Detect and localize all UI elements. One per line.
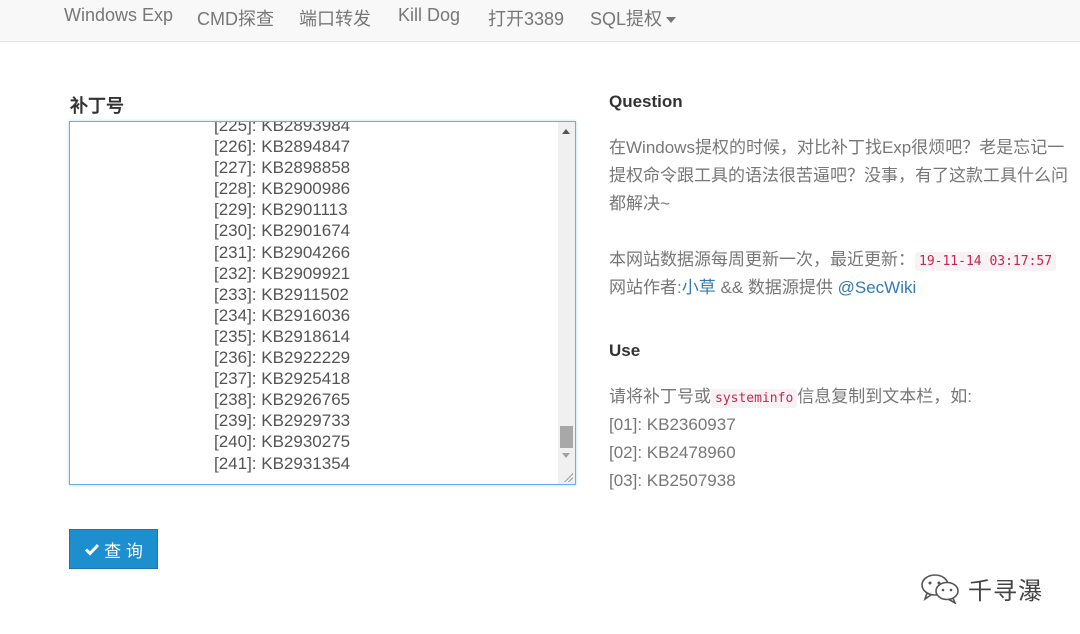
nav-sql-label: SQL提权 (590, 9, 663, 29)
author-prefix: 网站作者: (609, 278, 682, 297)
patch-line: [240]: KB2930275 (214, 432, 351, 452)
patch-line: [226]: KB2894847 (214, 137, 351, 157)
example-line-3: [03]: KB2507938 (609, 471, 736, 490)
caret-down-icon (666, 17, 677, 24)
author-mid: && 数据源提供 (715, 278, 838, 297)
nav-open-3389[interactable]: 打开3389 (488, 5, 564, 31)
patch-line: [235]: KB2918614 (214, 326, 351, 346)
patch-line: [227]: KB2898858 (214, 158, 351, 178)
scroll-thumb[interactable] (560, 426, 573, 448)
patch-line: [225]: KB2893984 (214, 121, 351, 135)
update-timestamp: 19-11-14 03:17:57 (915, 252, 1057, 271)
patch-line: [229]: KB2901113 (214, 200, 348, 220)
watermark-text: 千寻瀑 (968, 577, 1043, 605)
patch-line: [239]: KB2929733 (214, 411, 351, 431)
use-suffix: 信息复制到文本栏，如: (797, 387, 973, 406)
author-info: 网站作者:小草 && 数据源提供 @SecWiki (609, 273, 1080, 302)
question-line-1: 在Windows提权的时候，对比补丁找Exp很烦吧？老是忘记一 (609, 138, 1065, 157)
patch-line: [228]: KB2900986 (214, 179, 351, 199)
nav-windows-exp[interactable]: Windows Exp (64, 5, 173, 26)
query-button[interactable]: 查 询 (69, 529, 158, 569)
secwiki-link[interactable]: @SecWiki (838, 278, 917, 297)
example-line-1: [01]: KB2360937 (609, 415, 736, 434)
question-heading: Question (609, 92, 683, 111)
patch-line: [237]: KB2925418 (214, 369, 351, 389)
update-prefix: 本网站数据源每周更新一次，最近更新： (609, 250, 915, 269)
query-button-label: 查 询 (104, 541, 143, 561)
patch-line: [241]: KB2931354 (214, 453, 351, 473)
patch-line: [230]: KB2901674 (214, 221, 351, 241)
use-heading: Use (609, 341, 641, 360)
top-navbar: Windows Exp CMD探查 端口转发 Kill Dog 打开3389 S… (0, 0, 1080, 42)
systeminfo-code: systeminfo (711, 389, 798, 408)
author-link[interactable]: 小草 (682, 278, 716, 297)
textarea-scrollbar[interactable] (558, 122, 575, 484)
nav-port-forward[interactable]: 端口转发 (299, 5, 371, 31)
scroll-down-icon[interactable] (562, 453, 570, 458)
patch-line: [231]: KB2904266 (214, 242, 351, 262)
wechat-watermark: 千寻瀑 (918, 570, 1043, 606)
patch-line: [238]: KB2926765 (214, 390, 351, 410)
use-prefix: 请将补丁号或 (609, 387, 711, 406)
patch-textarea-content: [225]: KB2893984 [226]: KB2894847 [227]: K… (214, 121, 554, 474)
scroll-up-icon[interactable] (562, 129, 570, 134)
nav-cmd-probe[interactable]: CMD探查 (197, 5, 274, 31)
nav-kill-dog[interactable]: Kill Dog (398, 5, 460, 26)
example-line-2: [02]: KB2478960 (609, 443, 736, 462)
wechat-icon (921, 574, 959, 604)
patch-line: [233]: KB2911502 (214, 284, 349, 304)
use-instruction: 请将补丁号或 systeminfo 信息复制到文本栏，如: (609, 382, 1080, 413)
patch-field-label: 补丁号 (70, 96, 124, 116)
question-line-2: 提权命令跟工具的语法很苦逼吧？没事，有了这款工具什么问 (609, 166, 1068, 185)
patch-line: [234]: KB2916036 (214, 305, 351, 325)
question-line-3: 都解决~ (609, 194, 670, 213)
nav-sql-privesc-dropdown[interactable]: SQL提权 (590, 5, 677, 31)
patch-line: [232]: KB2909921 (214, 263, 351, 283)
update-info: 本网站数据源每周更新一次，最近更新： 19-11-14 03:17:57 (609, 245, 1080, 276)
check-icon (85, 543, 100, 556)
patch-line: [236]: KB2922229 (214, 348, 351, 368)
resize-grip-icon[interactable] (563, 472, 573, 482)
patch-textarea[interactable]: [225]: KB2893984 [226]: KB2894847 [227]: K… (69, 121, 576, 485)
